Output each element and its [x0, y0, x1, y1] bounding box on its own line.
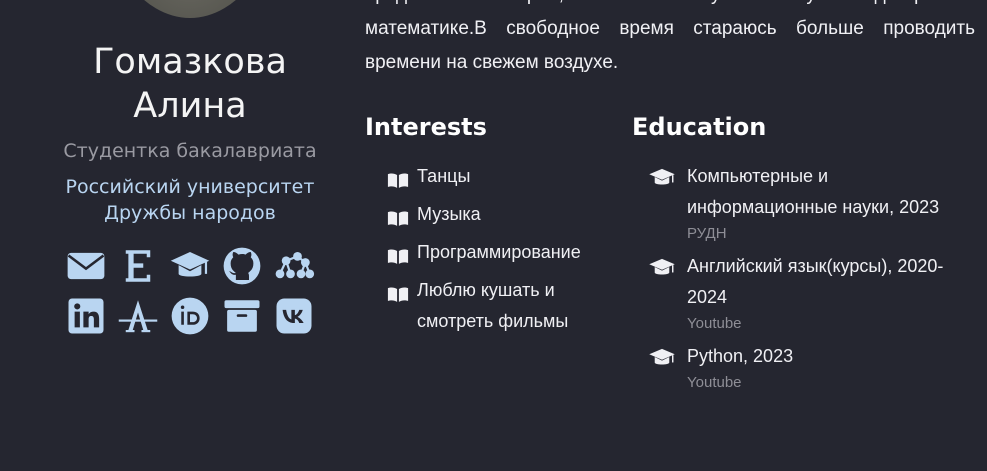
graduation-cap-icon — [648, 251, 687, 282]
avatar — [100, 0, 280, 18]
archive-box-icon[interactable] — [220, 294, 264, 338]
book-icon — [387, 161, 417, 199]
interest-label: Музыка — [417, 204, 481, 224]
education-degree: Компьютерные и информационные науки, 202… — [687, 166, 940, 217]
github-icon[interactable] — [220, 244, 264, 288]
interest-label: Программирование — [417, 242, 581, 262]
about-text: предметам.геометрии,математическому анал… — [365, 0, 975, 73]
profile-affiliation: Российский университет Дружбы народов — [65, 176, 315, 224]
education-entry: Python, 2023 Youtube — [687, 341, 793, 394]
academia-a-icon[interactable] — [116, 294, 160, 338]
education-degree: Английский язык(курсы), 2020-2024 — [687, 256, 944, 307]
education-list: Компьютерные и информационные науки, 202… — [632, 161, 975, 394]
e-letter-icon[interactable] — [116, 244, 160, 288]
graduation-cap-icon — [648, 341, 687, 372]
education-entry: Компьютерные и информационные науки, 202… — [687, 161, 975, 245]
list-item: Программирование — [387, 237, 615, 275]
education-title: Education — [632, 113, 767, 141]
list-item: Компьютерные и информационные науки, 202… — [648, 161, 975, 245]
book-icon — [387, 199, 417, 237]
list-item: Английский язык(курсы), 2020-2024 Youtub… — [648, 251, 975, 335]
linkedin-icon[interactable] — [64, 294, 108, 338]
book-icon — [387, 237, 417, 275]
vk-icon[interactable] — [272, 294, 316, 338]
interests-title: Interests — [365, 113, 487, 141]
graduation-cap-icon[interactable] — [168, 244, 212, 288]
interests-section: Interests Танцы Музыка Программирование — [365, 113, 615, 337]
education-institution: Youtube — [687, 374, 742, 391]
researchgate-network-icon[interactable] — [272, 244, 316, 288]
education-institution: Youtube — [687, 315, 742, 332]
interests-list: Танцы Музыка Программирование Люблю куша… — [365, 161, 615, 337]
email-icon[interactable] — [64, 244, 108, 288]
education-institution: РУДН — [687, 225, 727, 242]
education-entry: Английский язык(курсы), 2020-2024 Youtub… — [687, 251, 975, 335]
education-section: Education Компьютерные и информационные … — [632, 113, 975, 400]
name-second-line: Алина — [133, 86, 247, 126]
profile-card: Гомазкова Алина Студентка бакалавриата Р… — [40, 40, 340, 338]
book-icon — [387, 275, 417, 313]
profile-role: Студентка бакалавриата — [63, 140, 317, 162]
interest-label: Танцы — [417, 166, 471, 186]
list-item: Музыка — [387, 199, 615, 237]
list-item: Танцы — [387, 161, 615, 199]
list-item: Python, 2023 Youtube — [648, 341, 975, 394]
name-first-line: Гомазкова — [93, 42, 287, 82]
orcid-icon[interactable] — [168, 294, 212, 338]
list-item: Люблю кушать и смотреть фильмы — [387, 275, 615, 337]
social-links — [40, 244, 340, 338]
graduation-cap-icon — [648, 161, 687, 192]
interest-label: Люблю кушать и смотреть фильмы — [417, 280, 569, 331]
profile-name: Гомазкова Алина — [40, 40, 340, 128]
education-degree: Python, 2023 — [687, 346, 794, 366]
